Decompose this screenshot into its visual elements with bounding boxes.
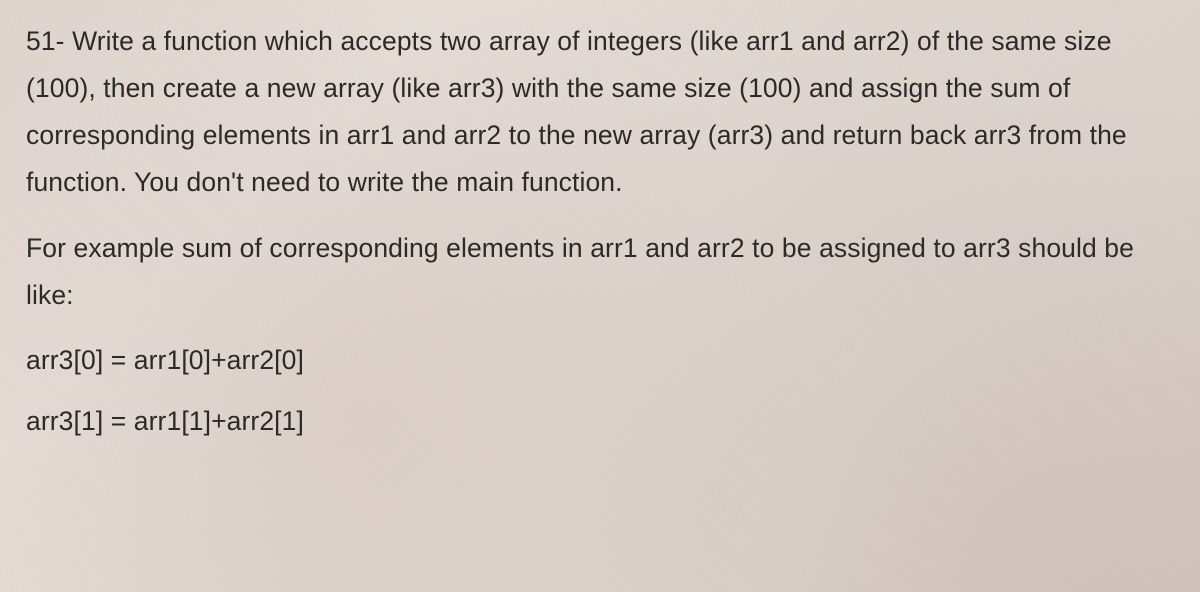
question-paragraph-1: 51- Write a function which accepts two a… [26,18,1174,207]
question-paragraph-2: For example sum of corresponding element… [26,225,1174,319]
equation-line-1: arr3[0] = arr1[0]+arr2[0] [26,337,1174,384]
equation-line-2: arr3[1] = arr1[1]+arr2[1] [26,398,1174,445]
